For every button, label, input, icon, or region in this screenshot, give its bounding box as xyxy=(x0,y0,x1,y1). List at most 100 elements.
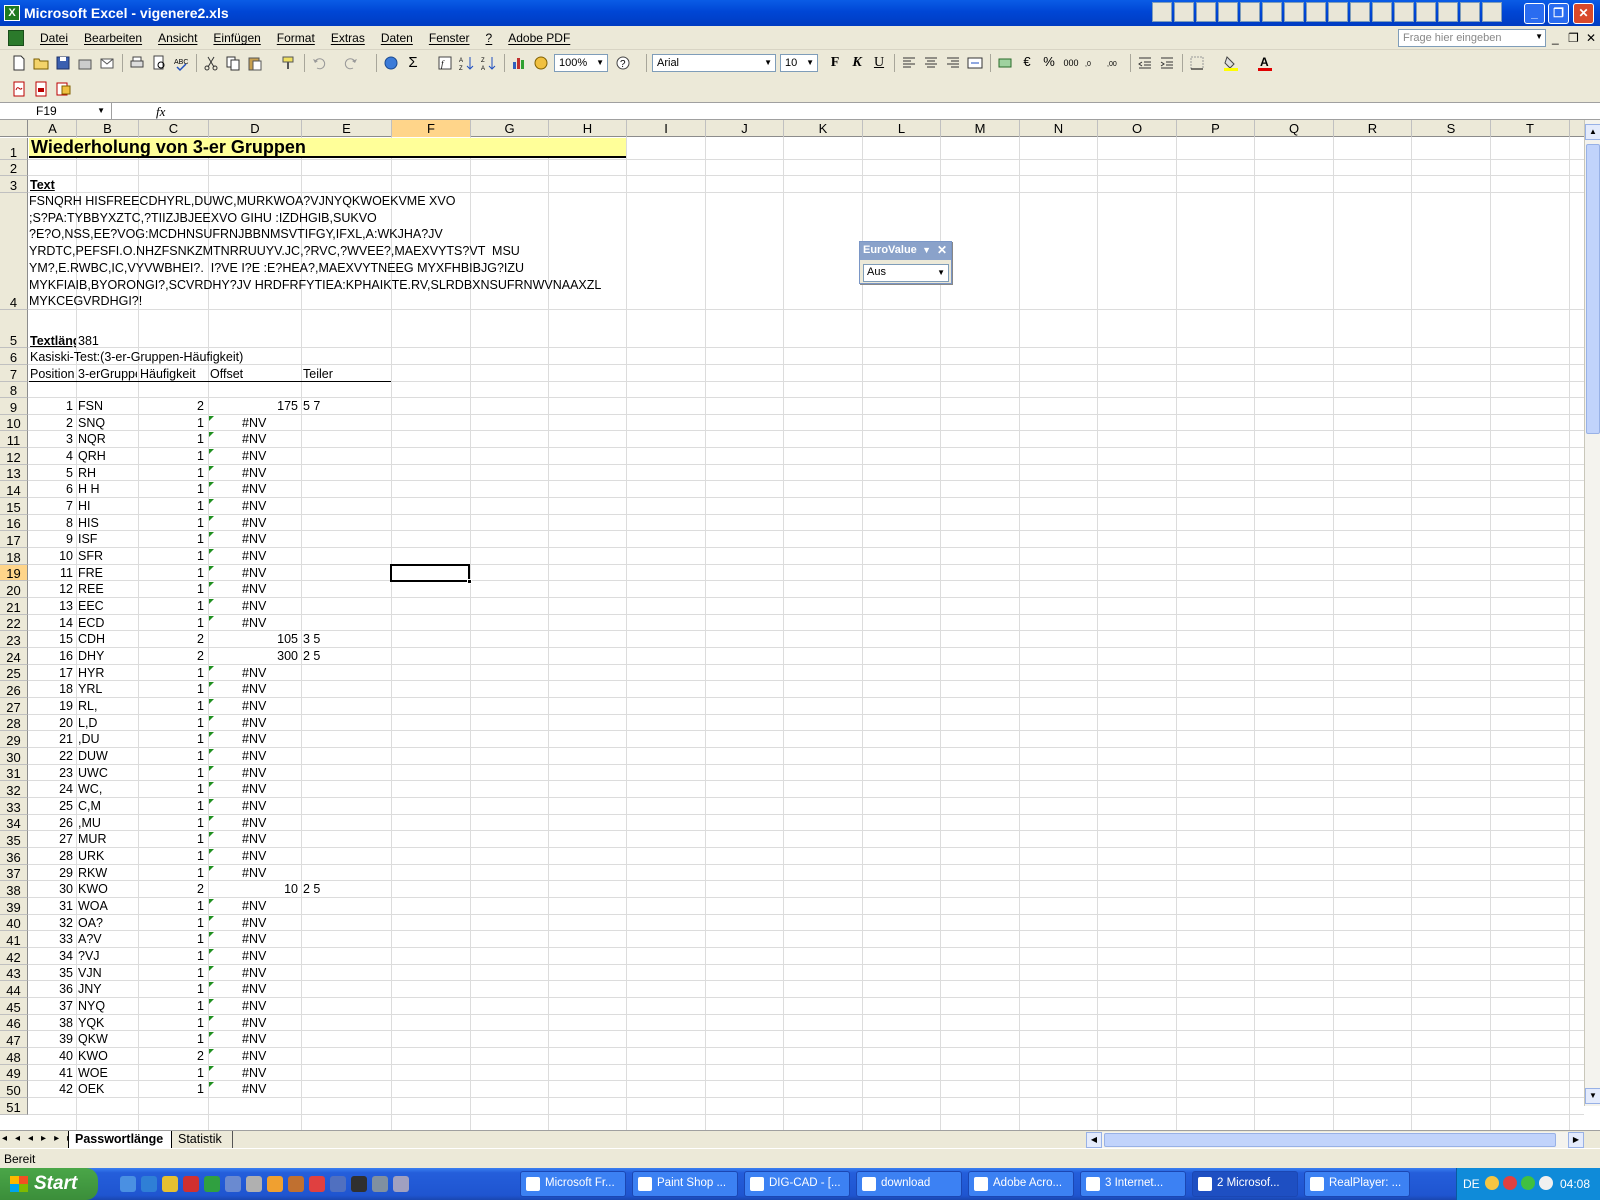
cell-frequency[interactable]: 1 xyxy=(140,548,204,564)
row-header[interactable]: 25 xyxy=(0,664,28,682)
cell-group[interactable]: ECD xyxy=(78,615,136,631)
cell-group[interactable]: HYR xyxy=(78,665,136,681)
merge-center-icon[interactable] xyxy=(966,54,984,72)
cell-group[interactable]: A?V xyxy=(78,931,136,947)
internet-explorer-icon[interactable] xyxy=(141,1176,157,1192)
fill-handle[interactable] xyxy=(467,579,472,584)
cell-frequency[interactable]: 1 xyxy=(140,581,204,597)
error-indicator-icon[interactable] xyxy=(209,949,214,955)
taskbar-task[interactable]: Paint Shop ... xyxy=(632,1171,738,1197)
scroll-down-icon[interactable]: ▼ xyxy=(1585,1088,1600,1104)
cell-offset[interactable]: #NV xyxy=(242,998,292,1014)
cell-position[interactable]: 7 xyxy=(29,498,73,514)
cell-position[interactable]: 14 xyxy=(29,615,73,631)
email-icon[interactable] xyxy=(98,54,116,72)
underline-button[interactable]: U xyxy=(870,54,888,72)
cell-group[interactable]: KWO xyxy=(78,881,136,897)
error-indicator-icon[interactable] xyxy=(209,1065,214,1071)
cell-position[interactable]: 34 xyxy=(29,948,73,964)
autosum-icon[interactable]: Σ xyxy=(404,54,422,72)
error-indicator-icon[interactable] xyxy=(209,415,214,421)
cell-offset[interactable]: #NV xyxy=(242,815,292,831)
row-header[interactable]: 14 xyxy=(0,481,28,498)
open-icon[interactable] xyxy=(32,54,50,72)
cell-offset[interactable]: #NV xyxy=(242,565,292,581)
row-header[interactable]: 10 xyxy=(0,414,28,432)
percent-icon[interactable]: % xyxy=(1040,54,1058,72)
decrease-decimal-icon[interactable]: ,00 xyxy=(1106,54,1124,72)
cell-group[interactable]: ?VJ xyxy=(78,948,136,964)
row-header[interactable]: 30 xyxy=(0,748,28,765)
cell-offset[interactable]: #NV xyxy=(242,931,292,947)
eurovalue-title-bar[interactable]: EuroValue ▼ ✕ xyxy=(860,242,951,260)
eurovalue-select[interactable]: Aus ▼ xyxy=(863,264,949,282)
cell-position[interactable]: 18 xyxy=(29,681,73,697)
cell-offset[interactable]: #NV xyxy=(242,765,292,781)
row-header[interactable]: 2 xyxy=(0,160,28,176)
header-group[interactable]: 3-erGruppe xyxy=(78,366,137,382)
vertical-scroll-thumb[interactable] xyxy=(1586,144,1600,434)
tool-icon[interactable] xyxy=(288,1176,304,1192)
error-indicator-icon[interactable] xyxy=(209,432,214,438)
error-indicator-icon[interactable] xyxy=(209,482,214,488)
quick-icon[interactable] xyxy=(1372,2,1392,22)
start-button[interactable]: Start xyxy=(0,1168,98,1200)
permission-icon[interactable] xyxy=(76,54,94,72)
cell-group[interactable]: HI xyxy=(78,498,136,514)
row-header[interactable]: 24 xyxy=(0,648,28,665)
cell-position[interactable]: 28 xyxy=(29,848,73,864)
cell-group[interactable]: UWC xyxy=(78,765,136,781)
quick-icon[interactable] xyxy=(1196,2,1216,22)
error-indicator-icon[interactable] xyxy=(209,682,214,688)
cell-offset[interactable]: #NV xyxy=(242,681,292,697)
cell-group[interactable]: WC, xyxy=(78,781,136,797)
cell-position[interactable]: 31 xyxy=(29,898,73,914)
word-icon[interactable] xyxy=(225,1176,241,1192)
scroll-right-icon[interactable]: ▶ xyxy=(1568,1132,1584,1148)
row-header[interactable]: 40 xyxy=(0,914,28,932)
header-offset[interactable]: Offset xyxy=(210,366,243,382)
tray-icon[interactable] xyxy=(1485,1176,1499,1190)
drawing-icon[interactable] xyxy=(532,54,550,72)
cell-frequency[interactable]: 1 xyxy=(140,998,204,1014)
cell-frequency[interactable]: 1 xyxy=(140,665,204,681)
menu-item[interactable]: Extras xyxy=(323,31,373,45)
menu-item[interactable]: Ansicht xyxy=(150,31,205,45)
error-indicator-icon[interactable] xyxy=(209,915,214,921)
cell-position[interactable]: 36 xyxy=(29,981,73,997)
undo-icon[interactable] xyxy=(310,54,328,72)
cell-group[interactable]: SFR xyxy=(78,548,136,564)
pdf-convert-icon[interactable] xyxy=(10,80,28,98)
row-header[interactable]: 45 xyxy=(0,998,28,1015)
row-header[interactable]: 39 xyxy=(0,898,28,915)
row-header[interactable]: 46 xyxy=(0,1014,28,1032)
cell-frequency[interactable]: 1 xyxy=(140,798,204,814)
cell-offset[interactable]: 10 xyxy=(209,881,298,897)
quick-icon[interactable] xyxy=(1416,2,1436,22)
cell-offset[interactable]: #NV xyxy=(242,981,292,997)
error-indicator-icon[interactable] xyxy=(209,849,214,855)
cell-group[interactable]: ,MU xyxy=(78,815,136,831)
cell-position[interactable]: 8 xyxy=(29,515,73,531)
cell-frequency[interactable]: 1 xyxy=(140,565,204,581)
column-header[interactable]: S xyxy=(1412,120,1491,137)
help-search-input[interactable]: Frage hier eingeben ▼ xyxy=(1398,29,1546,47)
cell-group[interactable]: OEK xyxy=(78,1081,136,1097)
cell-position[interactable]: 22 xyxy=(29,748,73,764)
taskbar-task[interactable]: RealPlayer: ... xyxy=(1304,1171,1410,1197)
horizontal-scrollbar[interactable]: ◀ ▶ xyxy=(1086,1132,1584,1148)
error-indicator-icon[interactable] xyxy=(209,565,214,571)
cell-group[interactable]: NQR xyxy=(78,431,136,447)
help-icon[interactable]: ? xyxy=(614,54,632,72)
row-header[interactable]: 19 xyxy=(0,564,28,582)
desktop-icon[interactable] xyxy=(120,1176,136,1192)
utility-icon[interactable] xyxy=(330,1176,346,1192)
cell-position[interactable]: 30 xyxy=(29,881,73,897)
cell-position[interactable]: 38 xyxy=(29,1015,73,1031)
acrobat-icon[interactable] xyxy=(183,1176,199,1192)
row-header[interactable]: 31 xyxy=(0,764,28,782)
media-icon[interactable] xyxy=(162,1176,178,1192)
cell-group[interactable]: JNY xyxy=(78,981,136,997)
hyperlink-icon[interactable] xyxy=(382,54,400,72)
cell-position[interactable]: 15 xyxy=(29,631,73,647)
